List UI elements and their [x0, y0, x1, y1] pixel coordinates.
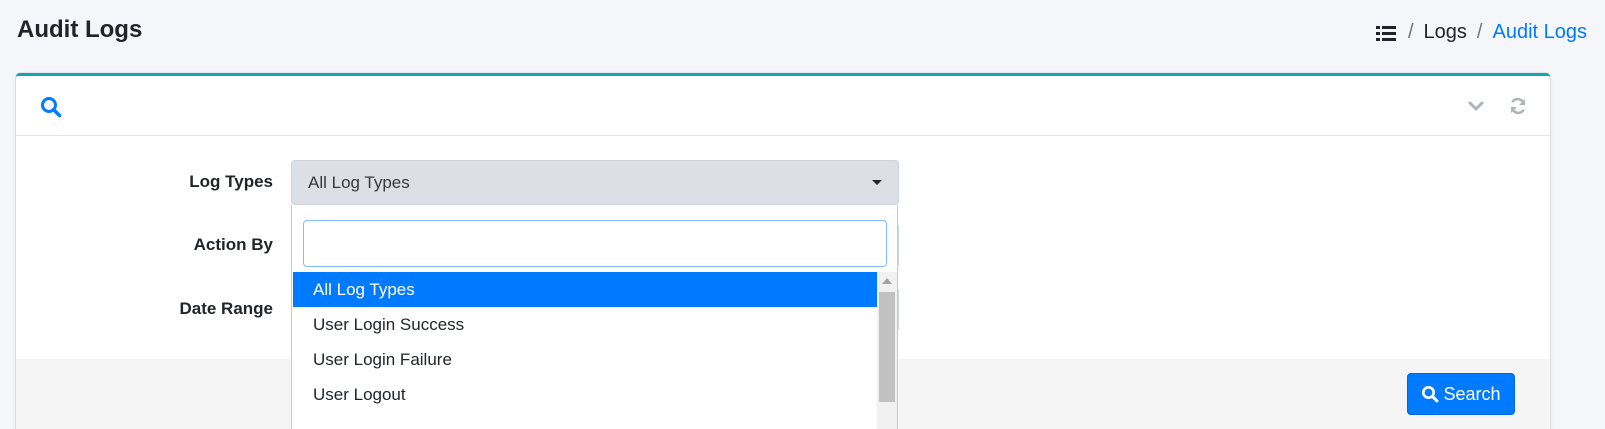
search-button[interactable]: Search: [1407, 373, 1515, 415]
card-header: [16, 76, 1550, 136]
chevron-down-icon[interactable]: [1466, 96, 1486, 116]
dropdown-options: All Log Types User Login Success User Lo…: [293, 272, 877, 412]
dropdown-search-input[interactable]: [303, 220, 887, 267]
breadcrumb-separator: /: [1476, 21, 1483, 43]
dropdown-option[interactable]: User Login Success: [293, 307, 877, 342]
caret-down-icon: [872, 180, 882, 185]
breadcrumb: / Logs / Audit Logs: [1375, 21, 1587, 44]
search-icon: [1422, 386, 1439, 403]
breadcrumb-item-logs[interactable]: Logs: [1424, 21, 1467, 44]
list-icon: [1375, 24, 1396, 42]
scroll-up-icon[interactable]: [882, 278, 892, 284]
dropdown-option[interactable]: User Logout: [293, 377, 877, 412]
log-types-dropdown: All Log Types User Login Success User Lo…: [291, 205, 898, 429]
log-types-label: Log Types: [189, 172, 273, 191]
refresh-icon[interactable]: [1508, 96, 1528, 116]
dropdown-option[interactable]: All Log Types: [293, 272, 877, 307]
dropdown-option[interactable]: User Login Failure: [293, 342, 877, 377]
dropdown-scrollbar[interactable]: [877, 272, 897, 429]
search-icon: [41, 97, 62, 118]
date-range-label: Date Range: [179, 299, 273, 318]
breadcrumb-item-audit-logs: Audit Logs: [1492, 21, 1587, 43]
log-types-select[interactable]: All Log Types: [291, 160, 899, 205]
scrollbar-thumb[interactable]: [879, 292, 895, 402]
page-title: Audit Logs: [17, 16, 143, 43]
log-types-selected-value: All Log Types: [308, 173, 410, 192]
search-button-label: Search: [1443, 383, 1501, 404]
action-by-label: Action By: [193, 235, 273, 254]
breadcrumb-separator: /: [1407, 21, 1414, 43]
